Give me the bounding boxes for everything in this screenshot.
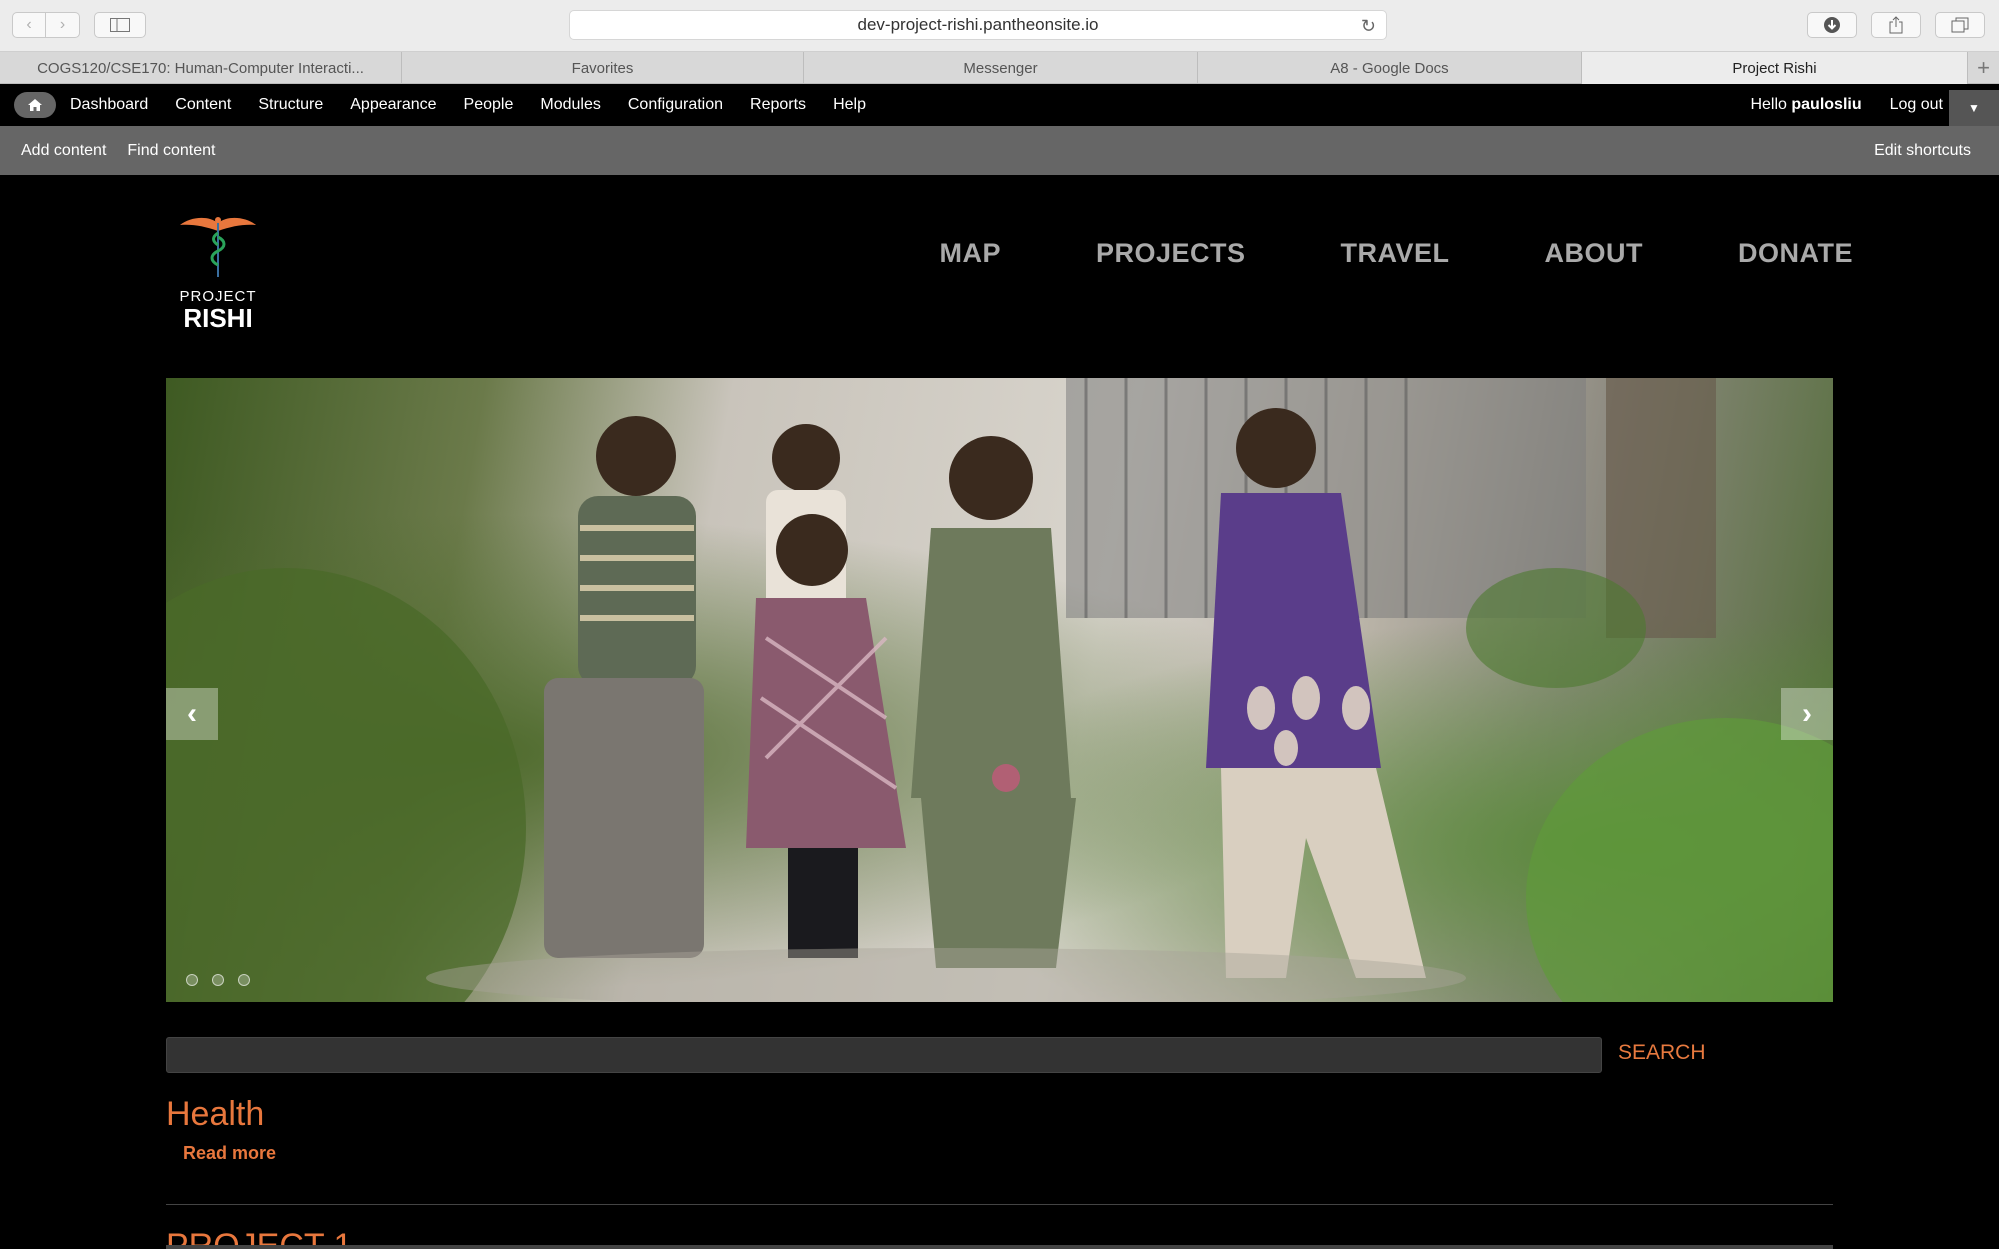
admin-menu-appearance[interactable]: Appearance	[350, 96, 436, 114]
slider-next-icon[interactable]: ›	[1781, 688, 1833, 740]
admin-menu-reports[interactable]: Reports	[750, 96, 806, 114]
search-button[interactable]: SEARCH	[1618, 1041, 1706, 1065]
read-more-link[interactable]: Read more	[183, 1143, 276, 1164]
download-icon[interactable]	[1807, 12, 1857, 38]
slider-prev-icon[interactable]: ‹	[166, 688, 218, 740]
tab-bar: COGS120/CSE170: Human-Computer Interacti…	[0, 52, 1999, 84]
tab-cogs120[interactable]: COGS120/CSE170: Human-Computer Interacti…	[0, 52, 402, 84]
chevron-down-icon[interactable]: ▼	[1949, 90, 1999, 126]
admin-menu-configuration[interactable]: Configuration	[628, 96, 723, 114]
admin-menu-help[interactable]: Help	[833, 96, 866, 114]
tabs-overview-icon[interactable]	[1935, 12, 1985, 38]
sidebar-toggle-icon[interactable]	[94, 12, 146, 38]
nav-map[interactable]: MAP	[939, 238, 1001, 269]
project-image-top-edge	[166, 1245, 1833, 1249]
home-icon[interactable]	[14, 92, 56, 118]
slider-dot-1[interactable]	[186, 974, 198, 986]
edit-shortcuts-link[interactable]: Edit shortcuts	[1874, 142, 1971, 160]
tab-project-rishi[interactable]: Project Rishi	[1582, 52, 1968, 84]
site-logo[interactable]: PROJECT RISHI	[178, 211, 258, 331]
nav-about[interactable]: ABOUT	[1545, 238, 1644, 269]
slider-pager	[186, 974, 250, 986]
tab-favorites[interactable]: Favorites	[402, 52, 804, 84]
logo-line-2: RISHI	[183, 303, 253, 333]
shortcuts-bar: Add content Find content Edit shortcuts	[0, 126, 1999, 175]
children-photo	[166, 378, 1833, 1002]
slider-dot-3[interactable]	[238, 974, 250, 986]
find-content-link[interactable]: Find content	[127, 142, 215, 160]
admin-menu-content[interactable]: Content	[175, 96, 231, 114]
content-divider	[166, 1204, 1833, 1205]
search-input[interactable]	[166, 1037, 1602, 1073]
browser-toolbar: ‹ › dev-project-rishi.pantheonsite.io ↻	[0, 0, 1999, 52]
caduceus-icon	[180, 217, 256, 277]
forward-icon[interactable]: ›	[46, 12, 80, 38]
nav-projects[interactable]: PROJECTS	[1096, 238, 1246, 269]
tab-messenger[interactable]: Messenger	[804, 52, 1198, 84]
add-content-link[interactable]: Add content	[21, 142, 106, 160]
section-title-health[interactable]: Health	[166, 1095, 264, 1134]
tab-google-docs[interactable]: A8 - Google Docs	[1198, 52, 1582, 84]
username: paulosliu	[1791, 96, 1862, 113]
nav-donate[interactable]: DONATE	[1738, 238, 1853, 269]
slider-dot-2[interactable]	[212, 974, 224, 986]
admin-menu-structure[interactable]: Structure	[258, 96, 323, 114]
browser-actions	[1807, 12, 1985, 38]
logout-link[interactable]: Log out	[1890, 96, 1943, 114]
history-nav: ‹ ›	[12, 12, 80, 38]
admin-menu-modules[interactable]: Modules	[540, 96, 600, 114]
admin-menu: Dashboard Content Structure Appearance P…	[70, 96, 893, 114]
address-bar[interactable]: dev-project-rishi.pantheonsite.io ↻	[569, 10, 1387, 40]
site-nav: MAP PROJECTS TRAVEL ABOUT DONATE	[844, 238, 1853, 269]
url-text: dev-project-rishi.pantheonsite.io	[857, 15, 1099, 34]
nav-travel[interactable]: TRAVEL	[1341, 238, 1450, 269]
share-icon[interactable]	[1871, 12, 1921, 38]
user-greeting[interactable]: Hello paulosliu	[1750, 96, 1861, 114]
hero-slideshow: ‹ ›	[166, 378, 1833, 1002]
admin-menu-people[interactable]: People	[464, 96, 514, 114]
site-page: PROJECT RISHI MAP PROJECTS TRAVEL ABOUT …	[0, 175, 1999, 1249]
back-icon[interactable]: ‹	[12, 12, 46, 38]
new-tab-icon[interactable]: +	[1968, 52, 1999, 83]
search-form: SEARCH	[166, 1037, 1833, 1073]
admin-toolbar: Dashboard Content Structure Appearance P…	[0, 84, 1999, 126]
admin-user-area: Hello paulosliu Log out	[1722, 84, 1943, 126]
reload-icon[interactable]: ↻	[1361, 16, 1376, 37]
greeting-text: Hello	[1750, 96, 1787, 113]
admin-menu-dashboard[interactable]: Dashboard	[70, 96, 148, 114]
